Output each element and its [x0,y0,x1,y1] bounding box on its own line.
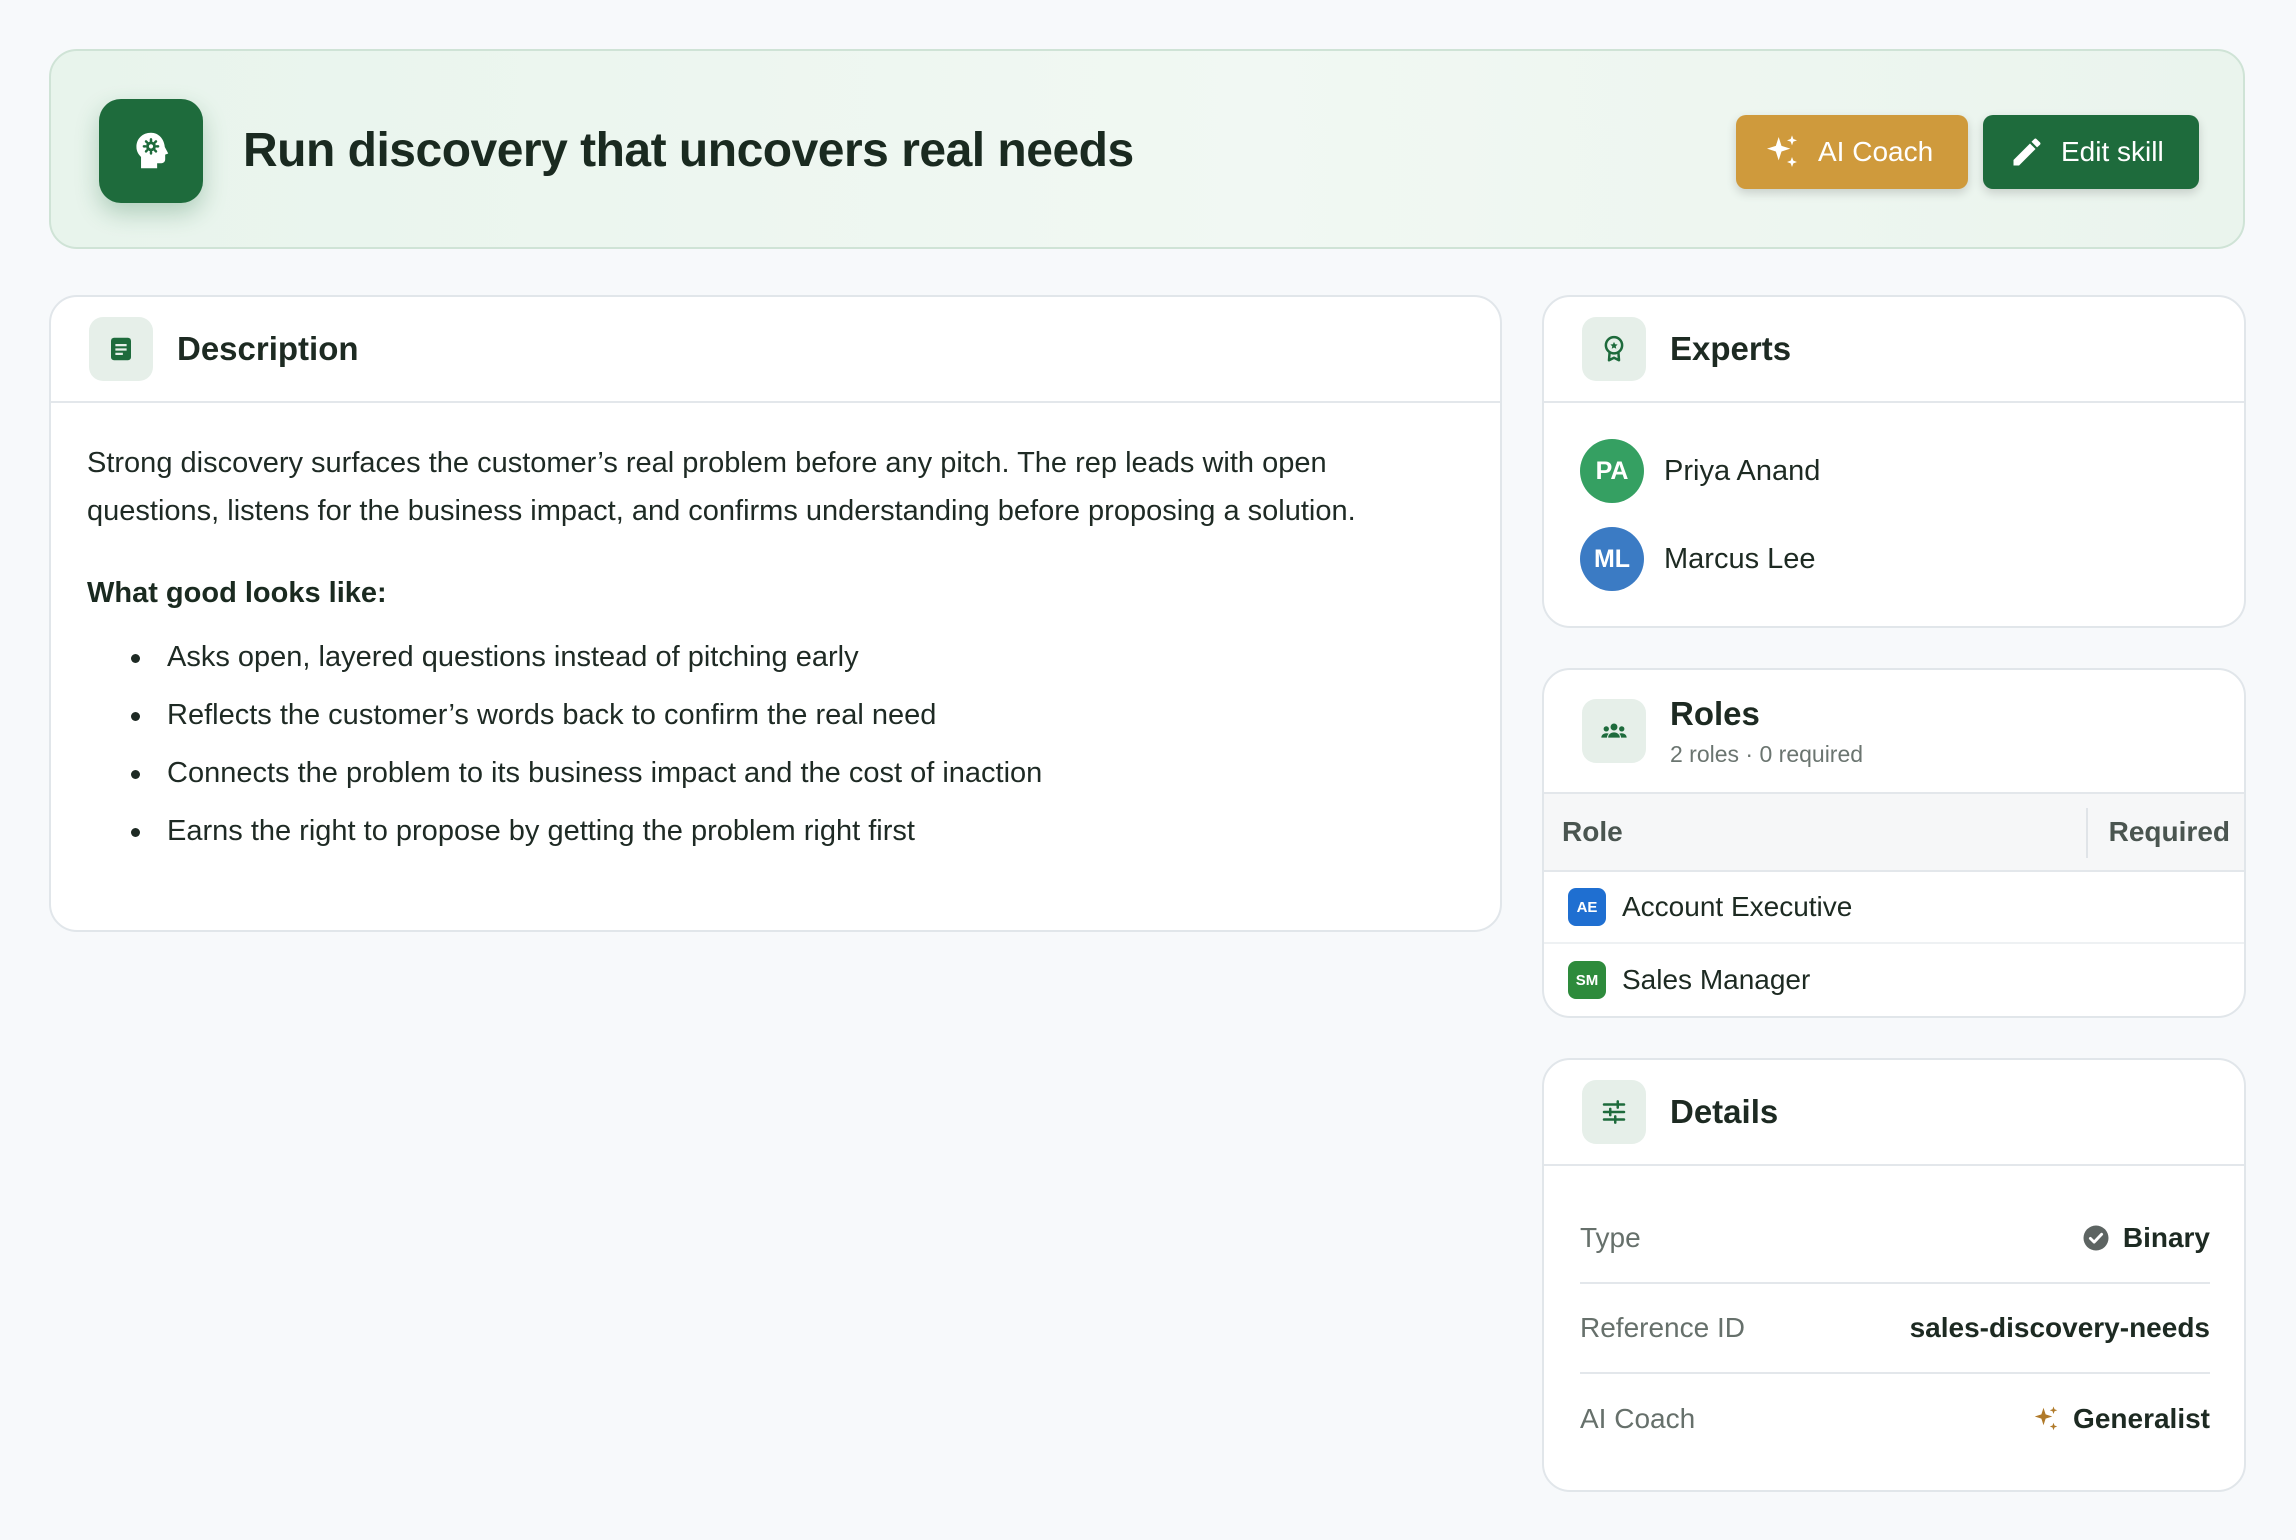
ai-coach-label: AI Coach [1580,1403,1696,1434]
roles-card-header: Roles 2 roles · 0 required [1544,670,2244,794]
role-badge: AE [1568,888,1606,926]
sliders-icon [1582,1080,1646,1144]
table-row[interactable]: AE Account Executive [1544,872,2244,944]
award-ribbon-icon [1582,317,1646,381]
document-icon [89,317,153,381]
column-header-role[interactable]: Role [1562,794,1623,870]
head-gear-icon [99,99,203,203]
description-paragraph: Strong discovery surfaces the customer’s… [87,447,1356,527]
list-item: Connects the problem to its business imp… [87,744,1464,802]
sparkle-icon [1767,135,1797,167]
ai-coach-value: Generalist [2073,1403,2210,1434]
role-name: Sales Manager [1622,964,1811,995]
ai-coach-button[interactable]: AI Coach [1736,115,1968,189]
page-title: Run discovery that uncovers real needs [243,124,1134,177]
detail-row-ai-coach: AI Coach Generalist [1580,1374,2210,1464]
experts-title: Experts [1670,330,1792,367]
ai-coach-button-label: AI Coach [1818,136,1934,167]
pencil-icon [2013,138,2041,166]
description-title: Description [177,330,359,367]
table-row[interactable]: SM Sales Manager [1544,944,2244,1016]
detail-row-reference-id: Reference ID sales-discovery-needs [1580,1284,2210,1374]
roles-card: Roles 2 roles · 0 required Role Required… [1542,668,2246,1018]
sparkle-icon [2034,1406,2058,1431]
type-label: Type [1580,1222,1641,1253]
roles-title: Roles [1670,694,1760,732]
expert-item[interactable]: PA Priya Anand [1580,439,1820,503]
column-divider[interactable] [2086,808,2088,858]
type-value: Binary [2122,1222,2210,1253]
good-behaviors-list: Asks open, layered questions instead of … [87,628,1464,860]
avatar: ML [1580,527,1644,591]
details-card-header: Details [1544,1060,2244,1166]
reference-id-label: Reference ID [1580,1312,1745,1343]
reference-id-value: sales-discovery-needs [1909,1312,2210,1343]
avatar: PA [1580,439,1644,503]
column-header-required[interactable]: Required [2109,794,2230,870]
details-card: Details Type Binary Reference ID sales-d… [1542,1058,2246,1492]
edit-skill-button[interactable]: Edit skill [1983,115,2199,189]
expert-item[interactable]: ML Marcus Lee [1580,527,1816,591]
edit-skill-button-label: Edit skill [2061,136,2164,167]
detail-row-type: Type Binary [1580,1194,2210,1284]
list-item: Asks open, layered questions instead of … [87,628,1464,686]
experts-card: Experts PA Priya Anand ML Marcus Lee [1542,295,2246,628]
check-circle-icon [2083,1225,2109,1251]
roles-table-header: Role Required [1544,794,2244,872]
experts-card-header: Experts [1544,297,2244,403]
details-title: Details [1670,1093,1779,1130]
expert-name: Priya Anand [1664,454,1821,487]
description-card: Description Strong discovery surfaces th… [49,295,1502,932]
group-icon [1582,699,1646,763]
list-item: Earns the right to propose by getting th… [87,802,1464,860]
role-badge: SM [1568,961,1606,999]
role-name: Account Executive [1622,891,1853,922]
expert-name: Marcus Lee [1664,542,1816,575]
description-card-header: Description [51,297,1500,403]
skill-header: Run discovery that uncovers real needs A… [49,49,2245,249]
what-good-looks-like-heading: What good looks like: [87,577,387,609]
roles-subtitle: 2 roles · 0 required [1670,740,1864,767]
list-item: Reflects the customer’s words back to co… [87,686,1464,744]
